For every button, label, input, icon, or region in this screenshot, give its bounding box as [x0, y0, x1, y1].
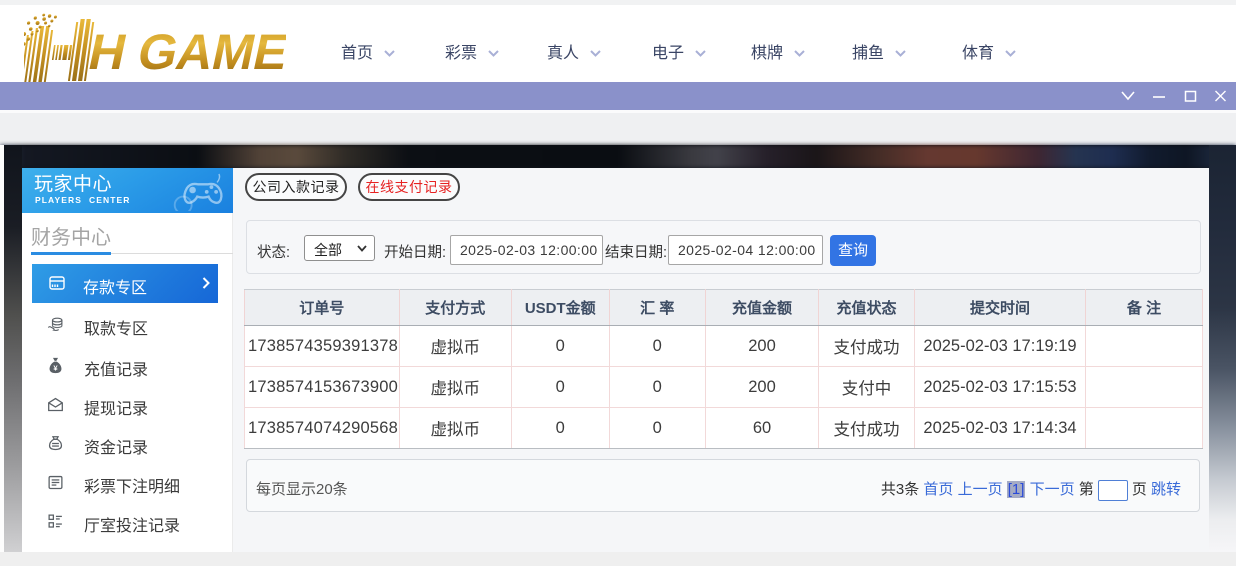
svg-text:H GAME: H GAME	[84, 24, 286, 80]
